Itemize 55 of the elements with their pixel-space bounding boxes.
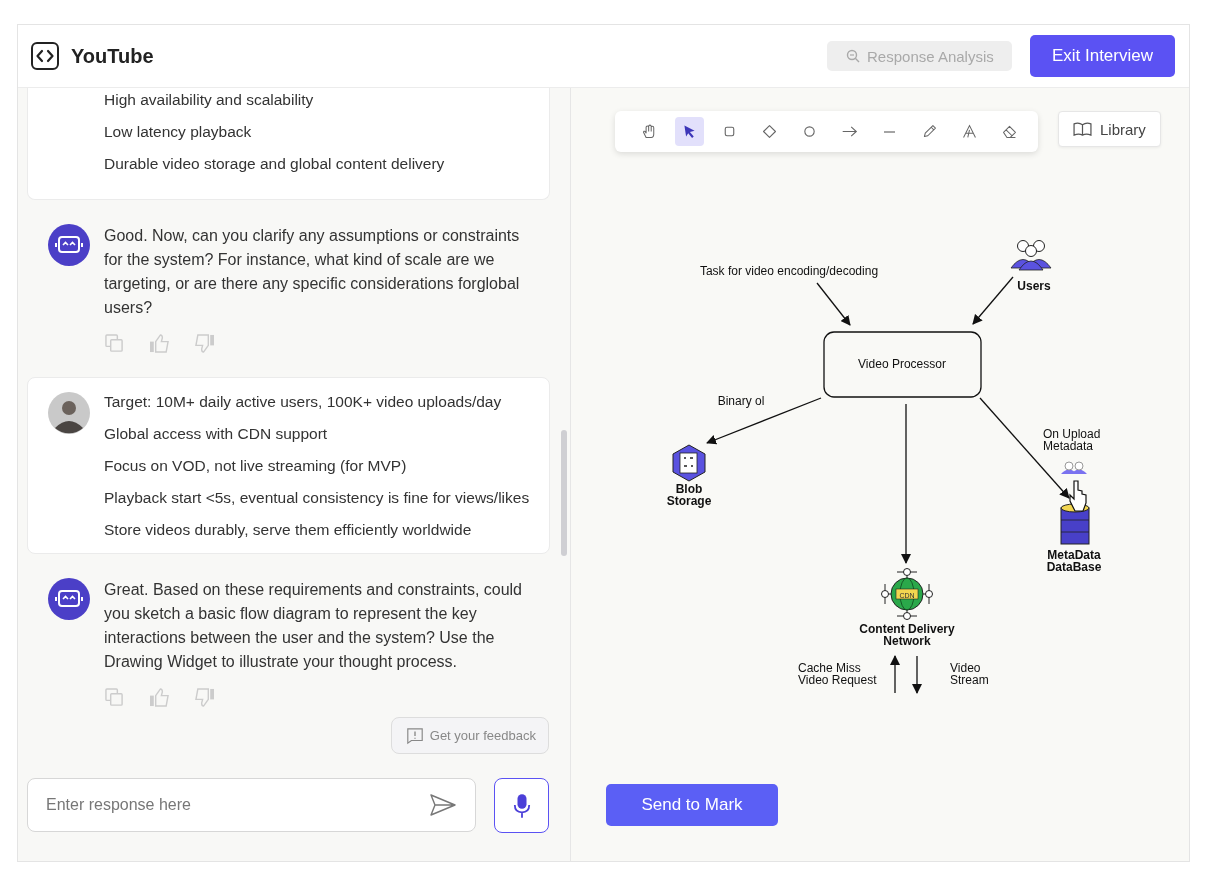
feedback-icon xyxy=(405,726,424,745)
thumbs-up-icon[interactable] xyxy=(149,334,170,353)
text-tool-icon xyxy=(961,123,978,140)
diagram-label: Users xyxy=(1017,279,1051,293)
arrow xyxy=(890,655,900,694)
circle-icon xyxy=(801,123,818,140)
blob-storage-icon xyxy=(672,444,706,482)
diagram-label: Content Delivery Network xyxy=(859,622,955,648)
diamond-icon xyxy=(761,123,778,140)
select-tool-button[interactable] xyxy=(675,117,704,146)
thumbs-down-icon[interactable] xyxy=(194,688,215,707)
bot-message: Good. Now, can you clarify any assumptions or constraints for the system? For instance, what kind of scale are we targeting, or are there any specific considerations forglobal users? xyxy=(104,226,521,318)
message-line: Durable video storage and global content delivery xyxy=(104,154,445,173)
microphone-icon xyxy=(512,792,531,819)
exit-interview-button[interactable]: Exit Interview xyxy=(1029,35,1175,77)
message-line: Global access with CDN support xyxy=(104,424,329,443)
diagram-label: MetaData DataBase xyxy=(1046,548,1102,574)
users-icon xyxy=(1010,240,1052,271)
thumbs-down-icon[interactable] xyxy=(194,334,215,353)
microphone-button[interactable] xyxy=(494,778,549,833)
arrow xyxy=(912,655,922,694)
get-feedback-button[interactable]: Get your feedback xyxy=(390,717,549,754)
arrow xyxy=(816,282,851,326)
diagram-label: Blob Storage xyxy=(666,482,712,508)
bot-avatar xyxy=(48,578,90,620)
book-icon xyxy=(1073,121,1092,137)
line-icon xyxy=(884,130,895,133)
message-line: Target: 10M+ daily active users, 100K+ video uploads/day xyxy=(104,392,503,411)
diagram-label: Task for video encoding/decoding xyxy=(699,264,879,278)
search-icon xyxy=(845,48,862,64)
diagram-label: Cache Miss Video Request xyxy=(798,661,877,687)
arrow-icon xyxy=(841,123,858,140)
diagram-label: Video Stream xyxy=(950,661,989,687)
diagram-label: Binary ol xyxy=(717,394,765,408)
app-title: YouTube xyxy=(71,44,154,68)
code-icon xyxy=(31,42,59,70)
scrollbar[interactable] xyxy=(561,430,567,556)
message-line: Playback start <5s, eventual consistency is fine for views/likes xyxy=(104,488,530,507)
library-button[interactable]: Library xyxy=(1058,111,1161,147)
response-input[interactable]: Enter response here xyxy=(27,778,476,832)
eraser-icon xyxy=(1001,123,1018,140)
database-icon xyxy=(1060,461,1090,545)
bot-message: Great. Based on these requirements and constraints, could you sketch a basic flow diagram to represent the key interactions between the user and the system? Use the Drawing Widget to illustrate your thought process. xyxy=(104,580,523,672)
diagram-label: Video Processor xyxy=(858,357,946,371)
diagram-label: On Upload Metadata xyxy=(1043,427,1101,453)
arrow xyxy=(972,276,1014,325)
pencil-icon xyxy=(921,123,938,140)
send-icon[interactable] xyxy=(430,794,456,816)
thumbs-up-icon[interactable] xyxy=(149,688,170,707)
bot-avatar xyxy=(48,224,90,266)
message-line: Low latency playback xyxy=(104,122,253,141)
message-line: Store videos durably, serve them efficiently worldwide xyxy=(104,520,473,539)
message-line: Focus on VOD, not live streaming (for MVP) xyxy=(104,456,408,475)
send-to-mark-button[interactable]: Send to Mark xyxy=(606,784,778,826)
message-line: High availability and scalability xyxy=(104,90,315,109)
